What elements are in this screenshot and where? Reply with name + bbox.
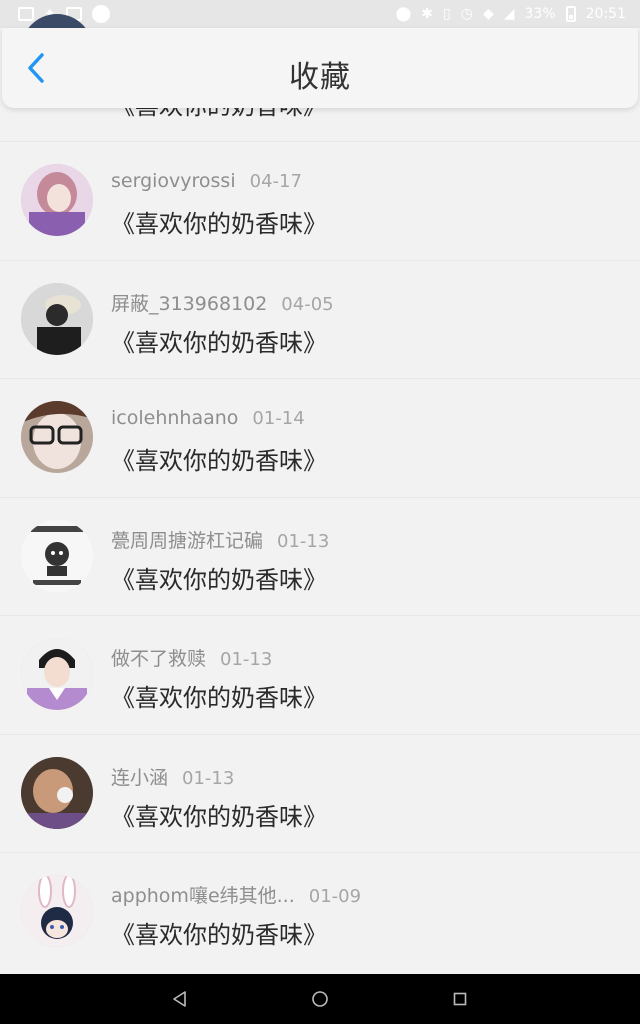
username[interactable]: 做不了救赎 — [111, 648, 206, 670]
song-title: 《喜欢你的奶香味》 — [111, 565, 327, 594]
item-meta: 连小涵 01-13 — [111, 763, 234, 790]
username[interactable]: sergiovyrossi — [111, 170, 236, 192]
nav-recents-button[interactable] — [445, 984, 475, 1014]
item-meta: 屏蔽_313968102 04-05 — [111, 289, 334, 316]
date: 01-09 — [308, 886, 362, 907]
alarm-icon: ◷ — [460, 6, 473, 22]
battery-percent: 33% — [524, 6, 556, 22]
date: 01-13 — [277, 530, 330, 552]
page-title: 收藏 — [289, 60, 351, 95]
battery-icon — [565, 6, 576, 22]
username[interactable]: 甍周周搪游杠记碥 — [111, 530, 263, 552]
nav-home-button[interactable] — [305, 984, 335, 1014]
square-recents-icon — [453, 992, 467, 1006]
avatar — [21, 282, 93, 355]
item-meta: icolehnhaano 01-14 — [111, 407, 305, 429]
location-icon: ⬤ — [395, 6, 412, 22]
circle-notification-icon — [91, 5, 110, 23]
username[interactable]: 连小涵 — [111, 767, 168, 789]
song-title: 《喜欢你的奶香味》 — [111, 447, 327, 475]
favorites-list: 《喜欢你的奶香味》 sergiovyrossi 04-17 《喜欢你的奶香味》 — [0, 14, 640, 972]
signal-icon: ◢ — [503, 6, 515, 22]
item-meta: apphom嚷e纬其他... 01-09 — [111, 881, 361, 908]
circle-home-icon — [312, 991, 328, 1007]
username[interactable]: apphom嚷e纬其他... — [111, 885, 295, 907]
list-item[interactable]: icolehnhaano 01-14 《喜欢你的奶香味》 — [0, 379, 640, 498]
song-title: 《喜欢你的奶香味》 — [111, 802, 327, 831]
item-meta: 甍周周搪游杠记碥 01-13 — [111, 526, 329, 553]
nav-back-button[interactable] — [165, 984, 195, 1014]
song-title: 《喜欢你的奶香味》 — [111, 684, 327, 712]
username[interactable]: icolehnhaano — [111, 407, 238, 429]
date: 01-14 — [252, 408, 305, 429]
avatar — [21, 756, 93, 829]
date: 04-05 — [281, 293, 334, 315]
date: 04-17 — [249, 171, 302, 192]
avatar — [21, 164, 93, 236]
list-item[interactable]: 做不了救赎 01-13 《喜欢你的奶香味》 — [0, 616, 640, 735]
avatar — [21, 519, 93, 592]
clock: 20:51 — [585, 6, 626, 22]
username[interactable]: 屏蔽_313968102 — [111, 293, 267, 315]
date: 01-13 — [182, 767, 235, 789]
status-right-icons: ⬤ ✱ ▯ ◷ ◆ ◢ 33% 20:51 — [396, 6, 626, 22]
vibrate-icon: ▯ — [443, 6, 451, 22]
list-item[interactable]: 连小涵 01-13 《喜欢你的奶香味》 — [0, 735, 640, 853]
app-header: 收藏 — [2, 28, 638, 108]
system-nav-bar — [0, 974, 640, 1024]
bluetooth-icon: ✱ — [421, 6, 434, 22]
date: 01-13 — [220, 649, 273, 670]
avatar — [21, 875, 93, 947]
avatar — [21, 401, 93, 473]
list-item[interactable]: apphom嚷e纬其他... 01-09 《喜欢你的奶香味》 — [0, 853, 640, 972]
app-notification-icon — [18, 7, 34, 21]
list-item[interactable]: 甍周周搪游杠记碥 01-13 《喜欢你的奶香味》 — [0, 498, 640, 616]
triangle-back-icon — [173, 991, 186, 1007]
song-title: 《喜欢你的奶香味》 — [111, 921, 327, 949]
list-item[interactable]: 屏蔽_313968102 04-05 《喜欢你的奶香味》 — [0, 261, 640, 379]
item-meta: 做不了救赎 01-13 — [111, 644, 272, 671]
list-item[interactable]: sergiovyrossi 04-17 《喜欢你的奶香味》 — [0, 142, 640, 261]
song-title: 《喜欢你的奶香味》 — [111, 210, 327, 238]
avatar — [21, 638, 93, 710]
song-title: 《喜欢你的奶香味》 — [111, 328, 327, 357]
item-meta: sergiovyrossi 04-17 — [111, 170, 302, 192]
wifi-icon: ◆ — [482, 6, 494, 22]
